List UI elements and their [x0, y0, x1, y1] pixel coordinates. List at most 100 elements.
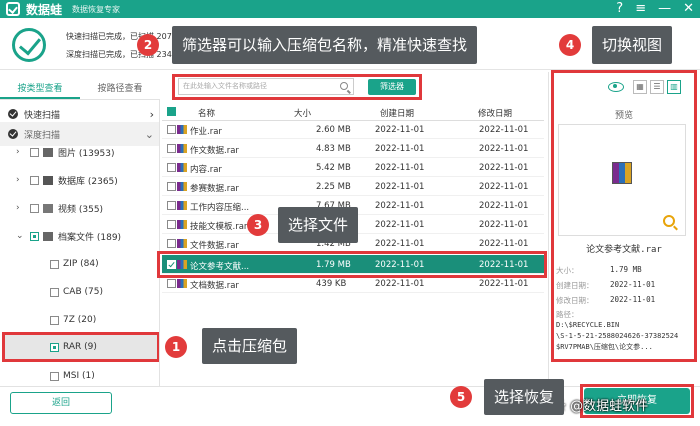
file-created: 2022-11-01 — [375, 201, 425, 211]
table-row[interactable]: 参赛数据.rar 2.25 MB 2022-11-01 2022-11-01 — [162, 177, 544, 196]
file-size: 5.42 MB — [316, 163, 351, 173]
menu-icon[interactable]: ≡ — [635, 1, 646, 17]
header-name[interactable]: 名称 — [198, 107, 215, 119]
sidebar-item-label: 深度扫描 — [24, 130, 61, 141]
category-label: 档案文件 (189) — [58, 232, 122, 243]
archive-type-label: RAR (9) — [63, 342, 97, 352]
sidebar-item-label: 快速扫描 — [24, 110, 61, 121]
category-label: 视频 (355) — [58, 204, 104, 215]
expand-arrow-icon[interactable]: › — [16, 147, 26, 157]
header-size[interactable]: 大小 — [294, 107, 311, 119]
table-row[interactable]: 作业.rar 2.60 MB 2022-11-01 2022-11-01 — [162, 120, 544, 139]
created-value: 2022-11-01 — [610, 280, 656, 289]
category-video[interactable]: › 视频 (355) — [0, 196, 159, 220]
chevron-down-icon: ⌄ — [144, 127, 154, 141]
archive-type-label: MSI (1) — [63, 371, 95, 381]
tab-by-type[interactable]: 按类型查看 — [0, 78, 80, 99]
grid-view-icon[interactable]: ▦ — [633, 80, 647, 94]
archive-type-zip[interactable]: ZIP (84) — [0, 252, 159, 276]
header-modified[interactable]: 修改日期 — [478, 107, 512, 119]
table-row[interactable]: 内容.rar 5.42 MB 2022-11-01 2022-11-01 — [162, 158, 544, 177]
close-icon[interactable]: ✕ — [683, 1, 694, 17]
file-modified: 2022-11-01 — [479, 182, 529, 192]
row-checkbox[interactable] — [167, 182, 176, 191]
archive-icon — [43, 231, 53, 241]
app-name: 数据蛙 — [26, 2, 63, 17]
list-view-icon[interactable]: ☰ — [650, 80, 664, 94]
row-checkbox[interactable] — [167, 201, 176, 210]
category-database[interactable]: › 数据库 (2365) — [0, 168, 159, 192]
modified-label: 修改日期： — [556, 296, 594, 305]
modified-value: 2022-11-01 — [610, 295, 656, 304]
rar-file-icon — [177, 182, 187, 191]
file-modified: 2022-11-01 — [479, 239, 529, 249]
view-switcher: ▦ ☰ ▥ — [608, 80, 681, 94]
annotation-3-label: 选择文件 — [278, 207, 359, 243]
app-logo-icon — [6, 2, 20, 16]
row-checkbox[interactable] — [167, 279, 176, 288]
checkbox[interactable] — [30, 147, 39, 157]
eye-icon[interactable] — [608, 82, 624, 92]
file-name: 内容.rar — [190, 165, 222, 175]
detail-view-icon[interactable]: ▥ — [667, 80, 681, 94]
annotation-2-label: 筛选器可以输入压缩包名称，精准快速查找 — [172, 26, 478, 64]
file-name: 作业.rar — [190, 127, 222, 137]
table-row[interactable]: 论文参考文献... 1.79 MB 2022-11-01 2022-11-01 — [162, 255, 544, 274]
category-images[interactable]: › 图片 (13953) — [0, 140, 159, 164]
file-name: 文件数据.rar — [190, 241, 239, 251]
archive-type-msi[interactable]: MSI (1) — [0, 364, 159, 386]
checkbox[interactable] — [50, 259, 59, 269]
file-modified: 2022-11-01 — [479, 201, 529, 211]
row-checkbox[interactable] — [167, 144, 176, 153]
search-input[interactable]: 在此处输入文件名称或路径 — [178, 78, 354, 95]
row-checkbox[interactable] — [167, 125, 176, 134]
size-label: 大小： — [556, 266, 579, 275]
minimize-icon[interactable]: — — [658, 1, 671, 17]
select-all-checkbox[interactable] — [167, 107, 176, 116]
expand-arrow-icon[interactable]: › — [16, 175, 26, 185]
category-archives[interactable]: ⌄ 档案文件 (189) — [0, 224, 159, 248]
file-modified: 2022-11-01 — [479, 220, 529, 230]
tab-by-path[interactable]: 按路径查看 — [80, 78, 160, 99]
table-row[interactable]: 文档数据.rar 439 KB 2022-11-01 2022-11-01 — [162, 274, 544, 293]
filter-button[interactable]: 筛选器 — [368, 79, 416, 95]
file-name: 工作内容压缩... — [190, 203, 250, 213]
annotation-4-label: 切换视图 — [592, 26, 673, 64]
rar-file-icon — [177, 260, 187, 269]
search-icon[interactable] — [340, 82, 348, 90]
expand-arrow-icon[interactable]: › — [16, 203, 26, 213]
scan-complete-icon — [12, 28, 46, 62]
file-created: 2022-11-01 — [375, 279, 425, 289]
back-button[interactable]: 返回 — [10, 392, 112, 414]
row-checkbox[interactable] — [167, 260, 176, 269]
table-row[interactable]: 作文数据.rar 4.83 MB 2022-11-01 2022-11-01 — [162, 139, 544, 158]
help-icon[interactable]: ? — [616, 1, 623, 17]
checkbox[interactable] — [50, 371, 59, 381]
rar-file-icon — [177, 239, 187, 248]
file-modified: 2022-11-01 — [479, 279, 529, 289]
row-checkbox[interactable] — [167, 220, 176, 229]
checkbox-partial[interactable] — [30, 231, 39, 241]
preview-image-box — [558, 124, 686, 236]
annotation-5-badge: 5 — [450, 386, 472, 408]
header-created[interactable]: 创建日期 — [380, 107, 414, 119]
created-label: 创建日期： — [556, 281, 594, 290]
collapse-arrow-icon[interactable]: ⌄ — [16, 231, 26, 241]
archive-type-7z[interactable]: 7Z (20) — [0, 308, 159, 332]
annotation-5-label: 选择恢复 — [484, 379, 565, 415]
row-checkbox[interactable] — [167, 163, 176, 172]
zoom-icon[interactable] — [663, 215, 675, 227]
checkbox[interactable] — [50, 287, 59, 297]
checkbox-partial[interactable] — [50, 342, 59, 352]
checkbox[interactable] — [30, 175, 39, 185]
preview-modified-row: 修改日期： 2022-11-01 — [556, 295, 655, 306]
archive-type-cab[interactable]: CAB (75) — [0, 280, 159, 304]
checkbox[interactable] — [50, 315, 59, 325]
preview-created-row: 创建日期： 2022-11-01 — [556, 280, 655, 291]
video-icon — [43, 203, 53, 213]
row-checkbox[interactable] — [167, 239, 176, 248]
archive-type-rar[interactable]: RAR (9) — [2, 332, 159, 362]
file-size: 439 KB — [316, 279, 347, 289]
rar-file-icon — [177, 144, 187, 153]
checkbox[interactable] — [30, 203, 39, 213]
